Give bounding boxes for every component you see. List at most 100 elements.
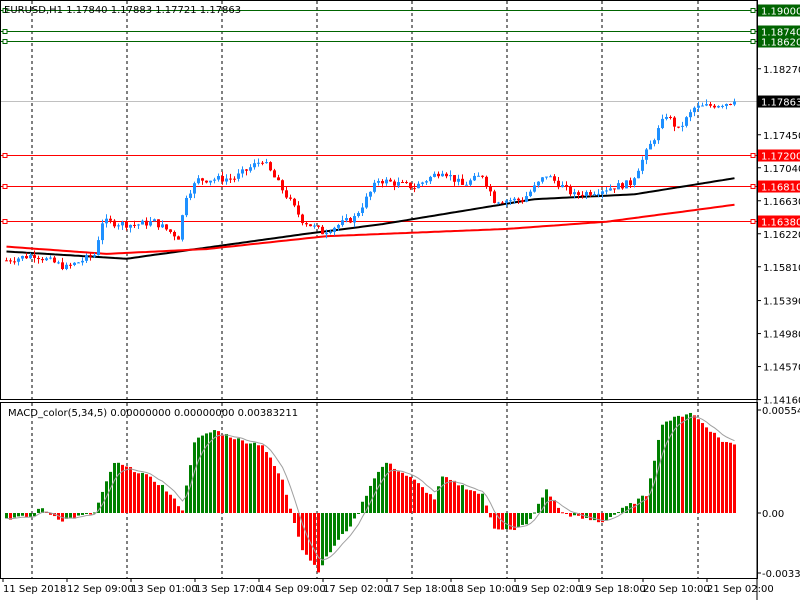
macd-bar bbox=[641, 495, 644, 513]
macd-bar bbox=[377, 471, 380, 513]
macd-bar bbox=[493, 513, 496, 529]
candle-body bbox=[25, 255, 28, 259]
macd-bar bbox=[345, 513, 348, 532]
candle-body bbox=[657, 128, 660, 141]
macd-info: MACD_color(5,34,5) 0.00000000 0.00000000… bbox=[8, 408, 298, 419]
candle-body bbox=[37, 257, 40, 260]
macd-bar bbox=[17, 513, 20, 517]
candle-body bbox=[721, 105, 724, 107]
candle-body bbox=[517, 198, 520, 201]
macd-bar bbox=[505, 513, 508, 530]
candle-body bbox=[85, 255, 88, 261]
macd-histogram bbox=[5, 412, 736, 573]
macd-bar bbox=[677, 415, 680, 513]
macd-bar bbox=[349, 513, 352, 527]
macd-bar bbox=[289, 508, 292, 513]
macd-bar bbox=[229, 437, 232, 513]
candle-body bbox=[681, 125, 684, 127]
candle-body bbox=[141, 220, 144, 225]
candle-body bbox=[321, 226, 324, 235]
macd-bar bbox=[393, 468, 396, 513]
candle-body bbox=[609, 188, 612, 191]
candle-body bbox=[613, 188, 616, 190]
macd-bar bbox=[413, 479, 416, 513]
macd-bar bbox=[685, 414, 688, 513]
macd-tick-label: 0.00 bbox=[762, 509, 784, 520]
candle-body bbox=[209, 180, 212, 183]
macd-bar bbox=[149, 476, 152, 513]
price-chart[interactable]: EURUSD,H1 1.17840 1.17883 1.17721 1.1786… bbox=[0, 0, 800, 600]
candle-body bbox=[477, 175, 480, 177]
candle-body bbox=[449, 175, 452, 177]
candle-body bbox=[273, 170, 276, 178]
time-label: 18 Sep 10:00 bbox=[451, 584, 518, 595]
macd-bar bbox=[133, 472, 136, 513]
candle-body bbox=[337, 224, 340, 228]
macd-bar bbox=[537, 503, 540, 513]
macd-bar bbox=[565, 513, 568, 514]
macd-bar bbox=[233, 439, 236, 513]
level-price-label: 1.18620 bbox=[761, 38, 800, 49]
macd-tick-label: -0.003381 bbox=[762, 569, 800, 580]
macd-bar bbox=[309, 513, 312, 561]
candle-body bbox=[641, 159, 644, 171]
macd-bar bbox=[221, 434, 224, 513]
candle-body bbox=[413, 188, 416, 190]
candle-body bbox=[53, 257, 56, 263]
candle-body bbox=[281, 180, 284, 191]
candle-body bbox=[9, 260, 12, 262]
candle-body bbox=[13, 261, 16, 263]
macd-bar bbox=[313, 513, 316, 565]
price-tick-label: 1.14980 bbox=[763, 330, 800, 341]
candle-body bbox=[545, 176, 548, 178]
symbol-info: EURUSD,H1 1.17840 1.17883 1.17721 1.1786… bbox=[4, 5, 241, 16]
candle-body bbox=[725, 104, 728, 106]
candle-body bbox=[221, 175, 224, 182]
macd-bar bbox=[333, 513, 336, 546]
candle-body bbox=[197, 178, 200, 184]
macd-bar bbox=[613, 513, 616, 515]
macd-bar bbox=[117, 462, 120, 513]
candle-body bbox=[661, 118, 664, 129]
candle-body bbox=[269, 162, 272, 171]
macd-bar bbox=[201, 435, 204, 513]
candle-body bbox=[649, 143, 652, 150]
candle-body bbox=[61, 262, 64, 270]
price-tick-label: 1.17450 bbox=[763, 131, 800, 142]
time-label: 17 Sep 18:00 bbox=[387, 584, 454, 595]
macd-bar bbox=[281, 479, 284, 513]
macd-bar bbox=[465, 489, 468, 513]
candle-body bbox=[465, 184, 468, 186]
candle-body bbox=[653, 140, 656, 144]
macd-bar bbox=[653, 460, 656, 513]
candle-body bbox=[573, 192, 576, 195]
candle-body bbox=[253, 163, 256, 168]
macd-bar bbox=[525, 513, 528, 525]
candle-body bbox=[297, 205, 300, 215]
macd-bar bbox=[429, 494, 432, 513]
candle-body bbox=[709, 104, 712, 106]
macd-bar bbox=[261, 445, 264, 513]
candle-body bbox=[389, 179, 392, 182]
macd-bar bbox=[197, 437, 200, 513]
candle-body bbox=[185, 197, 188, 216]
candle-body bbox=[717, 106, 720, 108]
candle-body bbox=[505, 200, 508, 203]
macd-bar bbox=[137, 473, 140, 513]
macd-bar bbox=[69, 513, 72, 518]
candle-body bbox=[341, 220, 344, 225]
macd-bar bbox=[129, 467, 132, 513]
macd-bar bbox=[165, 491, 168, 513]
candle-body bbox=[713, 105, 716, 108]
macd-bar bbox=[181, 510, 184, 513]
candle-body bbox=[77, 262, 80, 264]
candle-body bbox=[421, 182, 424, 184]
candle-body bbox=[569, 186, 572, 195]
macd-bar bbox=[277, 473, 280, 513]
price-tick-label: 1.17040 bbox=[763, 164, 800, 175]
time-label: 11 Sep 2018 bbox=[3, 584, 66, 595]
candle-body bbox=[157, 219, 160, 228]
macd-tick-label: 0.005544 bbox=[762, 406, 800, 417]
macd-bar bbox=[237, 438, 240, 513]
level-marker-right bbox=[750, 8, 756, 13]
